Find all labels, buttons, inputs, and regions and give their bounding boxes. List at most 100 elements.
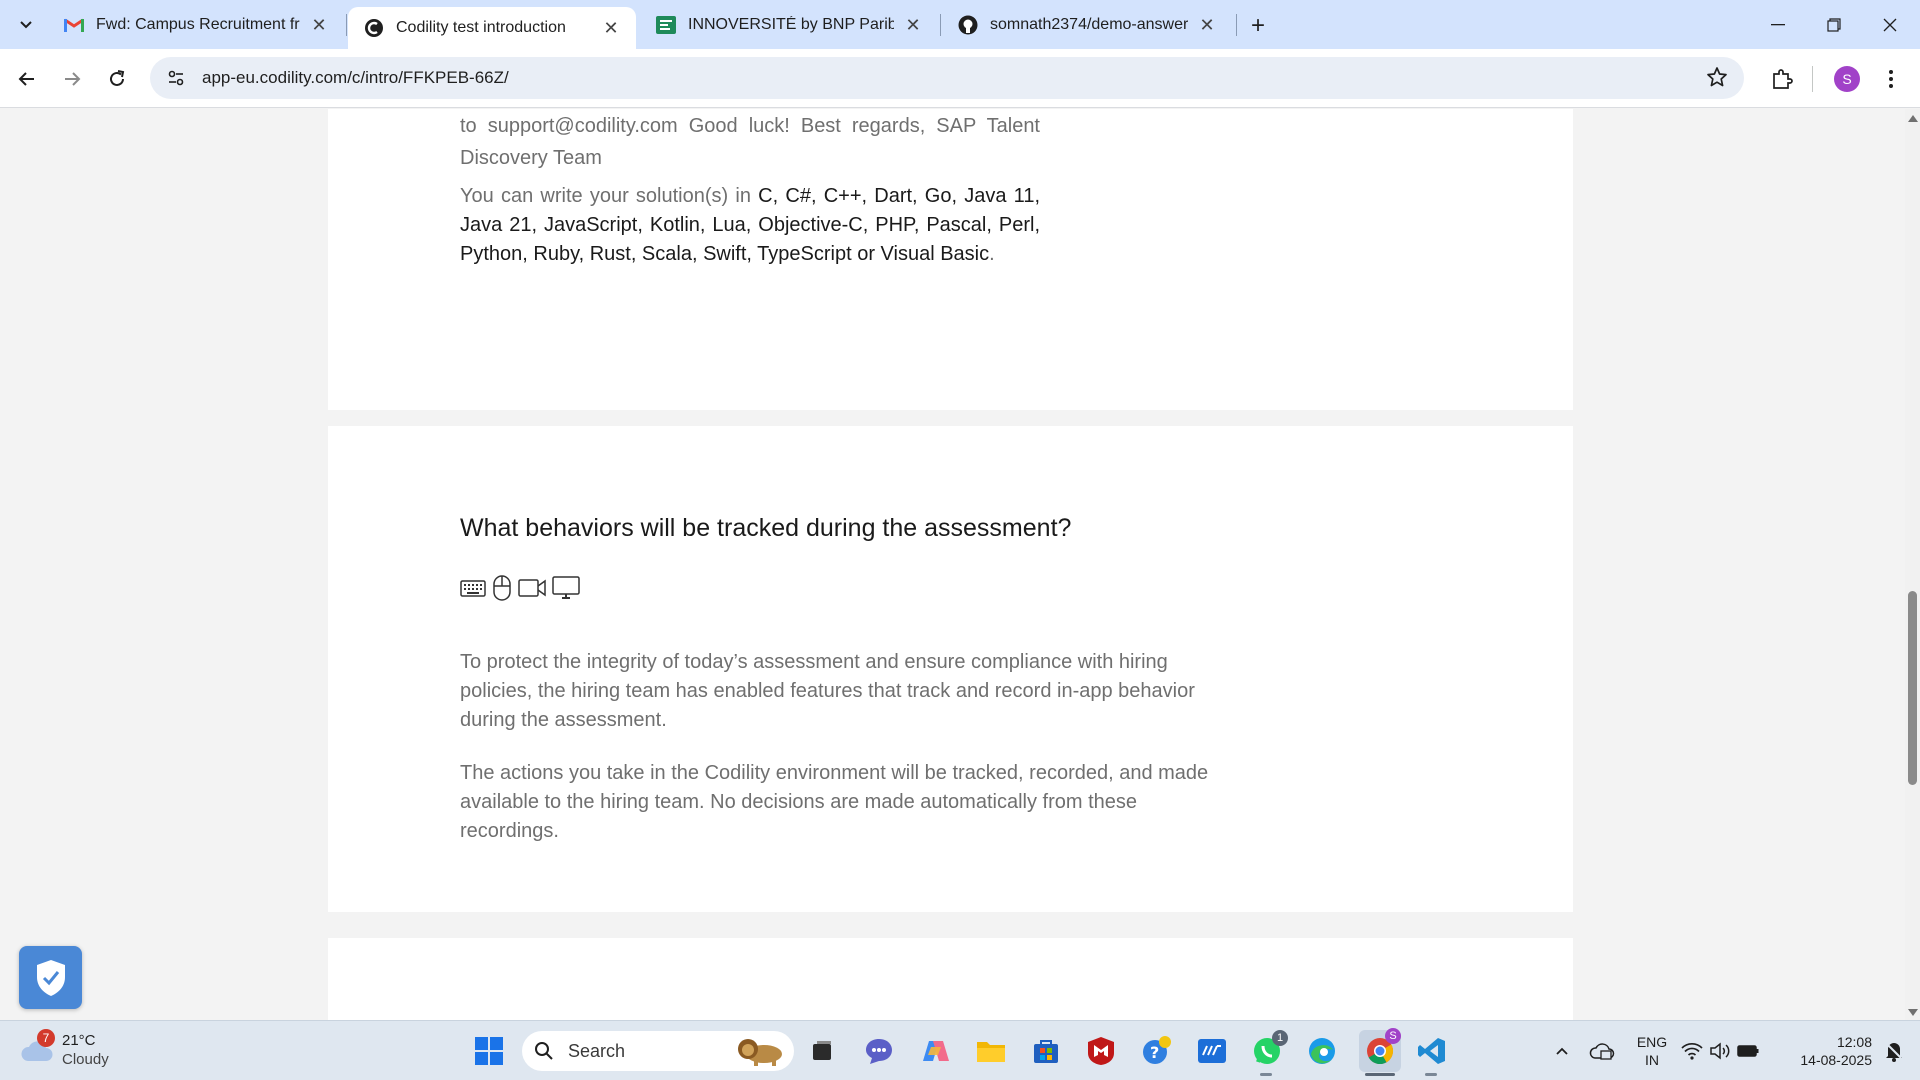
tab-title: somnath2374/demo-answers-n [990,16,1188,33]
arrow-right-icon [65,72,81,86]
myhp-button[interactable] [1194,1033,1230,1069]
github-icon [958,15,978,35]
toolbar-divider [1812,66,1813,92]
onedrive-button[interactable] [1584,1033,1620,1069]
tab-title: Codility test introduction [396,19,566,36]
teams-chat-button[interactable] [861,1033,897,1069]
tab-separator [1236,14,1237,36]
tab-codility[interactable]: Codility test introduction ✕ [348,7,636,49]
shield-check-icon [36,959,65,996]
reload-button[interactable] [99,61,135,97]
region-code: IN [1645,1052,1659,1068]
reload-icon [110,70,125,86]
edge-button[interactable] [1304,1033,1340,1069]
close-icon[interactable]: ✕ [1196,14,1218,36]
taskbar-search[interactable]: Search [522,1031,794,1071]
weather-temp: 21°C [62,1032,96,1049]
tab-strip: Fwd: Campus Recruitment from ✕ Codility … [0,0,1920,49]
whatsapp-badge: 1 [1272,1030,1288,1046]
weather-widget[interactable]: 7 21°C Cloudy [20,1029,109,1069]
url-text: app-eu.codility.com/c/intro/FFKPEB-66Z/ [202,68,509,87]
vscode-button[interactable] [1414,1033,1450,1069]
back-button[interactable] [9,61,45,97]
vscode-running-indicator [1425,1073,1437,1076]
help-icon: ? [1143,1036,1171,1064]
intro-card: to support@codility.com Good luck! Best … [328,109,1573,410]
forward-button[interactable] [54,61,90,97]
show-hidden-icons-button[interactable] [1544,1033,1580,1069]
vscode-icon [1418,1038,1445,1064]
close-icon[interactable]: ✕ [308,14,330,36]
behavior-icons [460,575,580,601]
search-icon [535,1042,553,1060]
camera-icon [518,579,546,597]
close-icon [1883,18,1897,31]
language-code: ENG [1636,1034,1668,1050]
codility-icon [364,18,384,38]
extensions-button[interactable] [1764,61,1800,97]
languages-prefix: You can write your solution(s) in [460,185,751,207]
task-view-icon [813,1041,831,1060]
page-scrollbar[interactable] [1905,109,1920,1020]
mouse-icon [493,575,511,601]
battery-icon [1737,1045,1759,1057]
edge-icon [1309,1038,1335,1064]
cloud-sync-icon [1589,1043,1615,1060]
screen-icon [552,576,580,599]
shield-extension-button[interactable] [19,946,82,1009]
start-button[interactable] [471,1033,507,1069]
languages-paragraph: You can write your solution(s) in C, C#,… [460,182,1040,269]
more-vertical-icon [1889,70,1893,88]
mcafee-icon [1088,1037,1114,1065]
clock-time: 12:08 [1836,1034,1872,1050]
copilot-icon [923,1041,949,1061]
quick-settings-button[interactable] [1680,1033,1760,1069]
scrollbar-thumb[interactable] [1908,591,1917,785]
store-icon [1034,1040,1058,1063]
notifications-button[interactable] [1876,1033,1912,1069]
behaviors-card: What behaviors will be tracked during th… [328,426,1573,912]
chrome-button[interactable]: S [1359,1028,1401,1072]
tab-title: INNOVERSITÉ by BNP Paribas In [688,16,894,33]
address-bar[interactable]: app-eu.codility.com/c/intro/FFKPEB-66Z/ [150,57,1744,99]
tab-innoversite[interactable]: INNOVERSITÉ by BNP Paribas In ✕ [640,7,938,43]
restore-button[interactable] [1806,0,1862,49]
task-view-button[interactable] [804,1033,840,1069]
weather-condition: Cloudy [62,1051,109,1068]
keyboard-icon [460,580,486,597]
minimize-button[interactable] [1750,0,1806,49]
bell-icon [1886,1043,1902,1062]
menu-button[interactable] [1873,61,1909,97]
close-icon[interactable]: ✕ [600,17,622,39]
tab-gmail[interactable]: Fwd: Campus Recruitment from ✕ [48,7,344,43]
chevron-up-icon [1556,1047,1568,1055]
tab-separator [346,14,347,36]
arrow-left-icon [18,72,34,86]
clock[interactable]: 12:08 14-08-2025 [1782,1033,1872,1069]
microsoft-store-button[interactable] [1028,1033,1064,1069]
input-language-indicator[interactable]: ENG IN [1630,1033,1674,1069]
scroll-down-arrow-icon[interactable] [1908,1009,1918,1016]
mcafee-button[interactable] [1083,1033,1119,1069]
bookmark-star-icon[interactable] [1706,66,1728,93]
scroll-up-arrow-icon[interactable] [1908,115,1918,122]
myhp-icon [1198,1039,1226,1063]
languages-suffix: . [989,243,995,265]
tab-search-button[interactable] [10,10,42,40]
chrome-active-indicator [1365,1073,1395,1076]
close-icon[interactable]: ✕ [902,14,924,36]
new-tab-button[interactable]: + [1244,12,1272,40]
whatsapp-button[interactable]: 1 [1249,1030,1288,1069]
actions-paragraph: The actions you take in the Codility env… [460,762,1209,842]
search-label: Search [568,1040,626,1061]
behaviors-heading: What behaviors will be tracked during th… [460,514,1072,542]
chat-icon [866,1039,892,1064]
help-app-button[interactable]: ? [1139,1033,1175,1069]
profile-avatar[interactable]: S [1834,66,1860,92]
tab-github[interactable]: somnath2374/demo-answers-n ✕ [942,7,1232,43]
copilot-button[interactable] [918,1033,954,1069]
close-window-button[interactable] [1862,0,1918,49]
file-explorer-button[interactable] [973,1033,1009,1069]
minimize-icon [1771,23,1785,25]
site-info-icon[interactable] [156,57,196,99]
